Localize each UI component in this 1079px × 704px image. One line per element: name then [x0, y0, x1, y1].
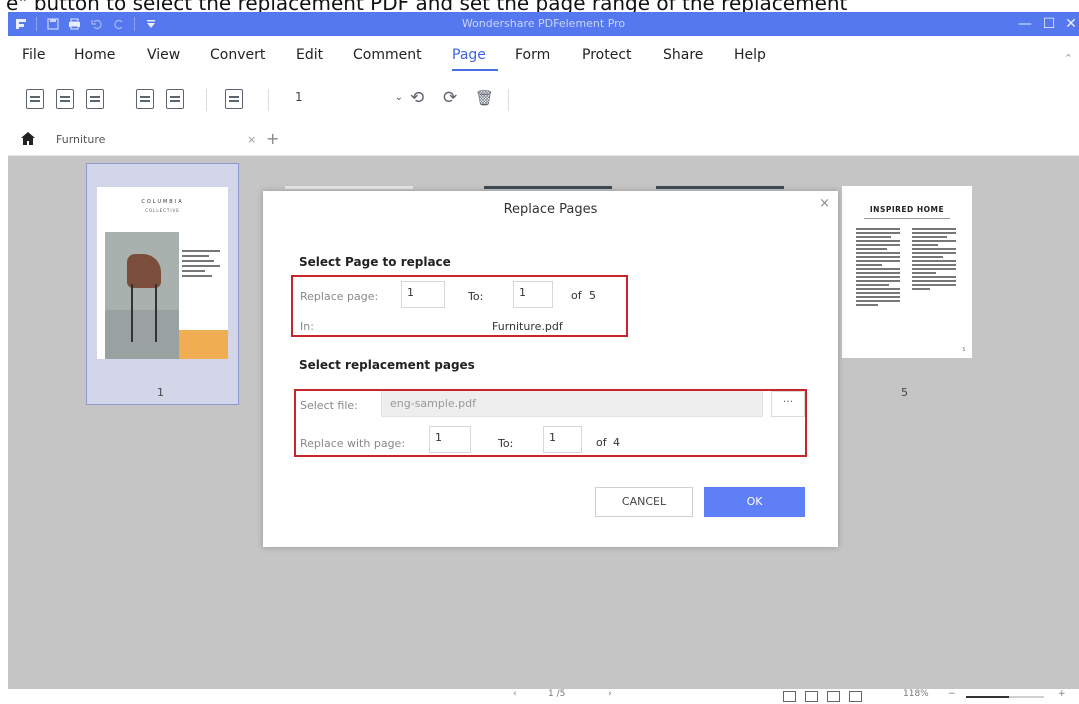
- menu-edit[interactable]: Edit: [296, 47, 323, 63]
- page-labels-icon[interactable]: [225, 89, 243, 109]
- thumbnail-heading: INSPIRED HOME: [869, 205, 945, 214]
- thumbnail-page-mark: 5: [962, 347, 965, 352]
- page-thumbnail-3[interactable]: [484, 186, 612, 189]
- highlight-replace-range: [291, 275, 628, 337]
- page-toolbar: 1 ⌄ ⟲ ⟳ 🗑: [8, 76, 1079, 124]
- active-menu-underline: [452, 69, 498, 71]
- menu-share[interactable]: Share: [663, 47, 703, 63]
- menu-convert[interactable]: Convert: [210, 47, 265, 63]
- zoom-slider-fill: [966, 696, 1009, 698]
- zoom-slider[interactable]: [966, 696, 1044, 698]
- close-tab-icon[interactable]: ×: [247, 133, 256, 146]
- next-page-icon[interactable]: ›: [608, 689, 612, 699]
- tab-label: Furniture: [56, 133, 106, 146]
- thumbnail-view-icon[interactable]: [849, 691, 862, 702]
- replace-pages-dialog: Replace Pages × Select Page to replace R…: [263, 191, 838, 547]
- new-tab-icon[interactable]: +: [266, 129, 279, 148]
- menu-home[interactable]: Home: [74, 47, 115, 63]
- page-indicator[interactable]: 1 /5: [548, 689, 565, 699]
- close-window-button[interactable]: ✕: [1059, 12, 1079, 36]
- replace-pages-icon[interactable]: [86, 89, 104, 109]
- page-thumbnail-5[interactable]: INSPIRED HOME 5: [842, 186, 972, 358]
- zoom-out-icon[interactable]: −: [948, 689, 956, 699]
- chevron-down-icon: ⌄: [394, 92, 403, 103]
- collapse-ribbon-icon[interactable]: ⌃: [1064, 52, 1073, 65]
- toolbar-divider: [206, 89, 207, 111]
- crop-pages-icon[interactable]: [166, 89, 184, 109]
- window-title: Wondershare PDFelement Pro: [461, 17, 626, 30]
- section-title-replace: Select Page to replace: [299, 255, 451, 269]
- section-title-replacement: Select replacement pages: [299, 358, 475, 372]
- status-bar: ‹ 1 /5 › 118% − +: [8, 689, 1079, 704]
- zoom-level[interactable]: 118%: [903, 689, 929, 699]
- thumbnail-subline: [864, 218, 950, 219]
- thumbnail-brand-subtext: COLLECTIVE: [145, 208, 180, 213]
- page-thumbnail-2[interactable]: [285, 186, 413, 189]
- insert-pages-icon[interactable]: [56, 89, 74, 109]
- menu-page[interactable]: Page: [452, 47, 486, 63]
- zoom-in-icon[interactable]: +: [1058, 689, 1066, 699]
- thumbnail-page-number: 1: [157, 386, 164, 399]
- single-page-view-icon[interactable]: [783, 691, 796, 702]
- chair-photo: [105, 232, 179, 359]
- cancel-button[interactable]: CANCEL: [595, 487, 693, 517]
- highlight-replacement-range: [294, 389, 807, 457]
- document-tab-bar: Furniture × +: [8, 124, 1079, 156]
- ok-button[interactable]: OK: [704, 487, 805, 517]
- menu-comment[interactable]: Comment: [353, 47, 422, 63]
- dialog-title: Replace Pages: [503, 202, 598, 217]
- menu-bar: File Home View Convert Edit Comment Page…: [8, 36, 1079, 76]
- thumbnail-page-number: 5: [901, 386, 908, 399]
- rotate-right-icon[interactable]: ⟳: [443, 88, 457, 108]
- menu-form[interactable]: Form: [515, 47, 550, 63]
- thumbnail-text-lines: [182, 250, 220, 280]
- menu-protect[interactable]: Protect: [582, 47, 632, 63]
- minimize-button[interactable]: —: [1013, 12, 1037, 36]
- page-thumbnail-1[interactable]: COLUMBIA COLLECTIVE: [97, 187, 228, 359]
- extract-pages-icon[interactable]: [26, 89, 44, 109]
- continuous-view-icon[interactable]: [805, 691, 818, 702]
- thumbnail-brand-text: COLUMBIA: [141, 199, 184, 205]
- tab-furniture[interactable]: Furniture ×: [48, 124, 266, 155]
- page-thumbnail-4[interactable]: [656, 186, 784, 189]
- toolbar-divider: [268, 89, 269, 111]
- thumbnail-text-column: [856, 228, 900, 308]
- delete-page-icon[interactable]: 🗑: [475, 89, 494, 107]
- orange-accent-block: [179, 330, 228, 359]
- menu-file[interactable]: File: [22, 47, 45, 63]
- maximize-button[interactable]: ☐: [1037, 12, 1061, 36]
- toolbar-divider: [508, 89, 509, 111]
- split-pages-icon[interactable]: [136, 89, 154, 109]
- rotate-left-icon[interactable]: ⟲: [410, 88, 424, 108]
- prev-page-icon[interactable]: ‹: [513, 689, 517, 699]
- menu-help[interactable]: Help: [734, 47, 766, 63]
- page-number-select[interactable]: 1 ⌄: [295, 90, 403, 110]
- menu-view[interactable]: View: [147, 47, 180, 63]
- title-bar: Wondershare PDFelement Pro — ☐ ✕: [8, 12, 1079, 36]
- page-number-value: 1: [295, 90, 303, 104]
- close-dialog-icon[interactable]: ×: [819, 196, 830, 211]
- home-icon[interactable]: [21, 132, 35, 149]
- two-page-view-icon[interactable]: [827, 691, 840, 702]
- thumbnail-text-column: [912, 228, 956, 292]
